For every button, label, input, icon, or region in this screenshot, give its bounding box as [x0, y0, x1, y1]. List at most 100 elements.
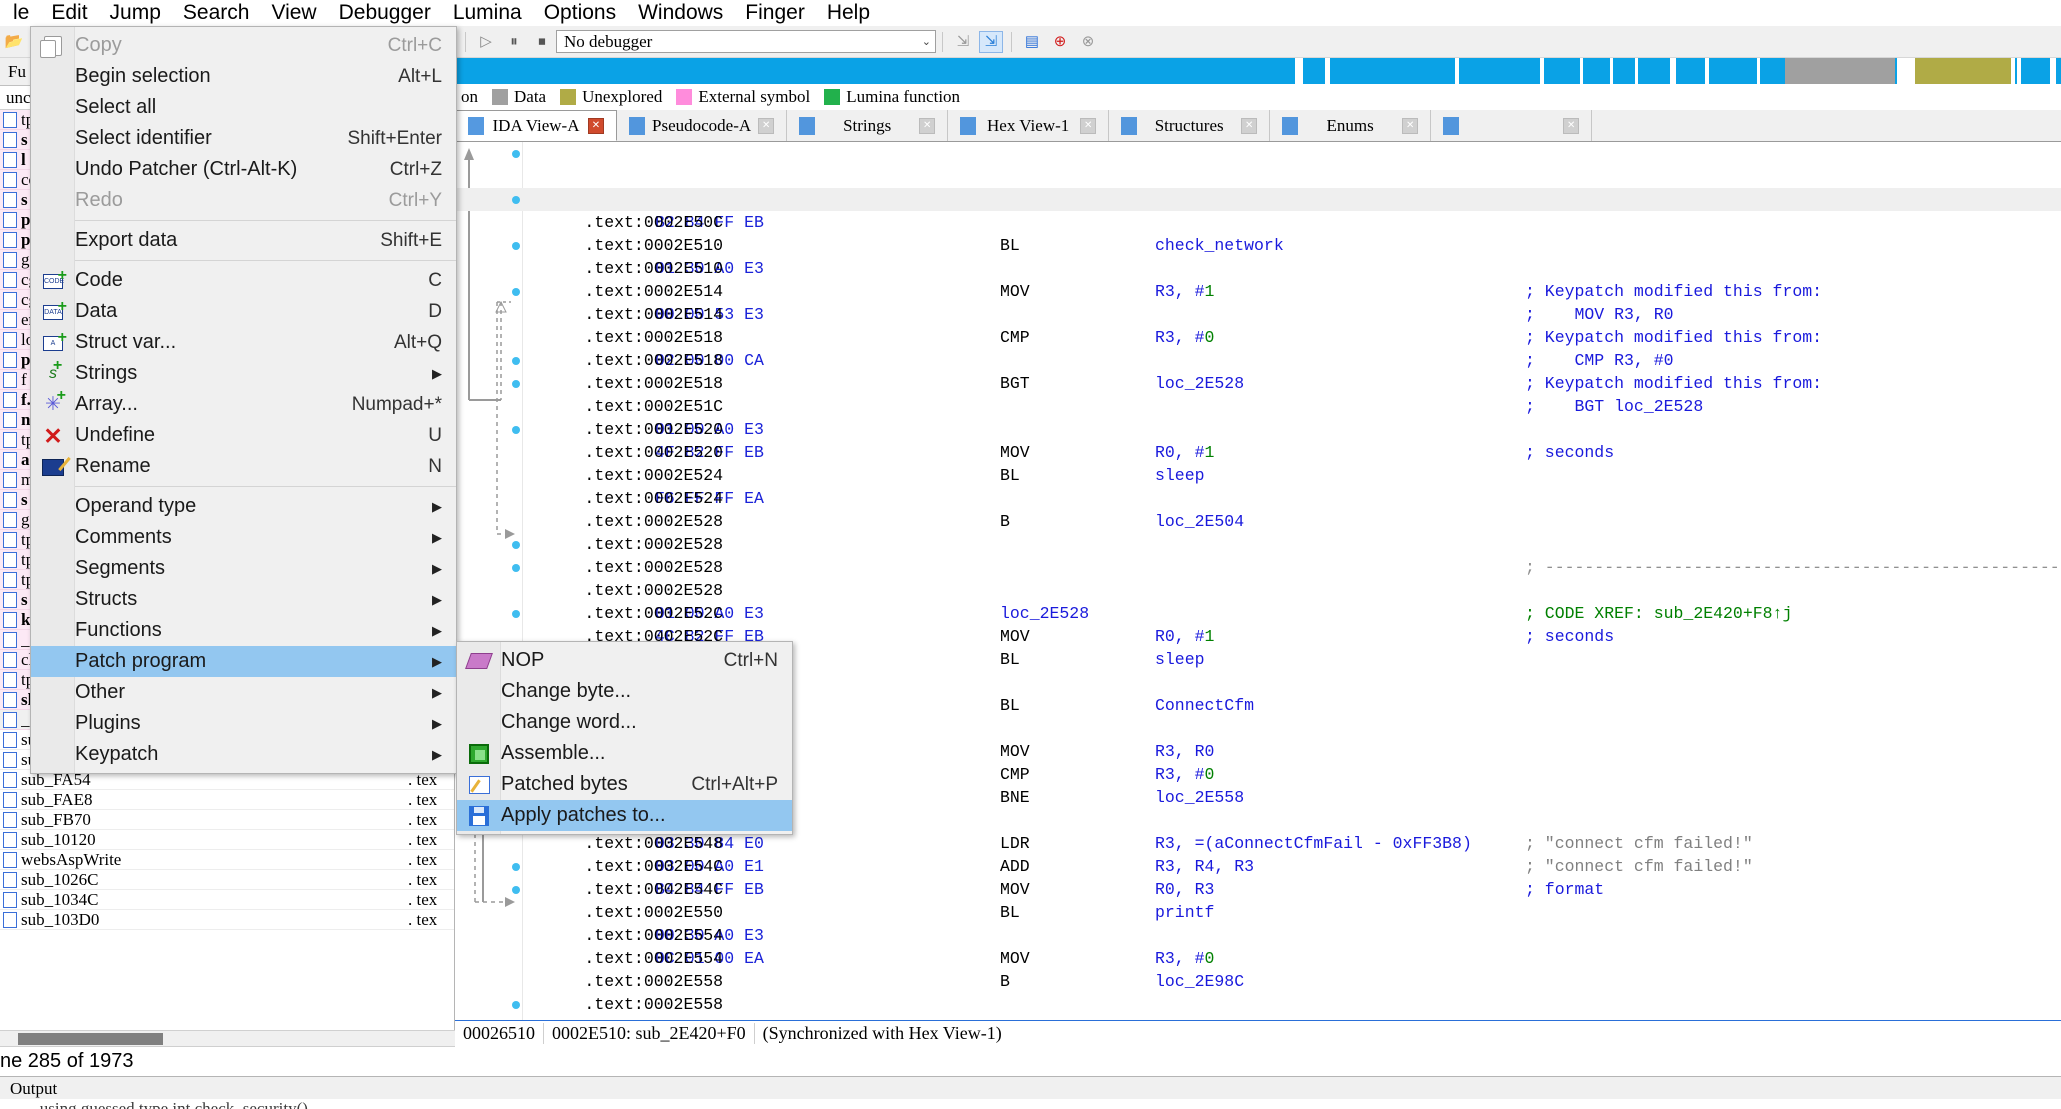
menu-item-export-data[interactable]: Export data Shift+E [31, 225, 456, 256]
menu-item-change-byte[interactable]: Change byte... [457, 676, 792, 707]
disassembly-row[interactable]: .text:0002E528 ; -----------------------… [455, 464, 2061, 487]
disassembly-row[interactable]: .text:0002E550 00 30 A0 E3 MOVR3, #0 [455, 855, 2061, 878]
tab-strings[interactable]: Strings ✕ [787, 110, 948, 141]
disassembly-row[interactable]: .text:0002E554 0C 01 00 EA Bloc_2E98C [455, 878, 2061, 901]
menu-item-view[interactable]: View [260, 0, 327, 26]
disassembly-row[interactable]: .text:0002E51C 01 00 A0 E3 MOVR0, #1; se… [455, 349, 2061, 372]
function-row[interactable]: websAspWrite . tex [0, 850, 454, 870]
disassembly-row[interactable]: .text:0002E554 [455, 901, 2061, 924]
tab-pseudocode-a[interactable]: Pseudocode-A ✕ [617, 110, 787, 141]
breakpoint-dot-icon[interactable] [512, 150, 520, 158]
function-row[interactable]: sub_FAE8 . tex [0, 790, 454, 810]
breakpoint-dot-icon[interactable] [512, 426, 520, 434]
tab-close-icon[interactable]: ✕ [919, 118, 935, 134]
menu-item-functions[interactable]: Functions ▶ [31, 615, 456, 646]
disassembly-row[interactable]: .text:0002E520 4F 82 FF EB BLsleep [455, 372, 2061, 395]
breakpoint-dot-icon[interactable] [512, 610, 520, 618]
disassembly-row[interactable]: .text:0002E558 loc_2E558; CODE XREF: sub… [455, 970, 2061, 993]
menu-item-operand-type[interactable]: Operand type ▶ [31, 491, 456, 522]
menu-item-lumina[interactable]: Lumina [442, 0, 533, 26]
pause-icon[interactable]: ⏸ [502, 31, 526, 53]
navigation-band[interactable] [455, 58, 2061, 84]
disassembly-row[interactable]: .text:0002E510 01 30 A0 E3 MOVR3, #1; Ke… [455, 188, 2061, 211]
menu-item-segments[interactable]: Segments ▶ [31, 553, 456, 584]
disassembly-row[interactable]: .text:0002E50C B2 84 FF EB BLcheck_netwo… [455, 142, 2061, 165]
function-row[interactable]: sub_1026C . tex [0, 870, 454, 890]
menu-item-undo-patcher[interactable]: Undo Patcher (Ctrl-Alt-K) Ctrl+Z [31, 154, 456, 185]
menu-item-patch-program[interactable]: Patch program ▶ [31, 646, 456, 677]
disassembly-row[interactable]: .text:0002E52C 4C 82 FF EB BLsleep [455, 556, 2061, 579]
stop-icon[interactable]: ⏹ [530, 31, 554, 53]
breakpoint-dot-icon[interactable] [512, 242, 520, 250]
tab-hex-view-1[interactable]: Hex View-1 ✕ [948, 110, 1109, 141]
breakpoint-dot-icon[interactable] [512, 541, 520, 549]
menu-item-begin-selection[interactable]: Begin selection Alt+L [31, 61, 456, 92]
disassembly-row[interactable]: .text:0002E524 [455, 441, 2061, 464]
menu-item-help[interactable]: Help [816, 0, 881, 26]
menu-item-select-identifier[interactable]: Select identifier Shift+Enter [31, 123, 456, 154]
patch-program-submenu[interactable]: NOP Ctrl+N Change byte... Change word...… [456, 641, 793, 835]
functions-hscrollbar[interactable] [0, 1030, 455, 1046]
menu-item-rename[interactable]: Rename N [31, 451, 456, 482]
menu-item-strings[interactable]: s+ Strings ▶ [31, 358, 456, 389]
menu-item-structs[interactable]: Structs ▶ [31, 584, 456, 615]
breakpoint-dot-icon[interactable] [512, 196, 520, 204]
debugger-select[interactable]: No debugger ⌄ [556, 30, 936, 53]
menu-item-debugger[interactable]: Debugger [328, 0, 442, 26]
breakpoint-dot-icon[interactable] [512, 886, 520, 894]
disassembly-row[interactable]: .text:0002E510 ; MOV R3, R0 [455, 211, 2061, 234]
run-icon[interactable]: ▷ [474, 31, 498, 53]
disassembly-row[interactable]: .text:0002E52C [455, 579, 2061, 602]
disassembly-row[interactable]: .text:0002E558 00 00 A0 E3 MOVR0, #0 [455, 993, 2061, 1016]
disassembly-row[interactable]: .text:0002E50C [455, 165, 2061, 188]
function-row[interactable]: sub_1034C . tex [0, 890, 454, 910]
menu-item-struct-var[interactable]: A+ Struct var... Alt+Q [31, 327, 456, 358]
step-into-icon[interactable]: ⇲ [951, 31, 975, 53]
menu-item-keypatch[interactable]: Keypatch ▶ [31, 739, 456, 770]
breakpoint-add-icon[interactable]: ⊕ [1048, 31, 1072, 53]
disassembly-row[interactable]: .text:0002E528 01 00 A0 E3 MOVR0, #1; se… [455, 533, 2061, 556]
menu-item-redo[interactable]: Redo Ctrl+Y [31, 185, 456, 216]
function-row[interactable]: sub_103D0 . tex [0, 910, 454, 930]
tab-close-icon[interactable]: ✕ [1402, 118, 1418, 134]
tab-structures[interactable]: Structures ✕ [1109, 110, 1270, 141]
menu-item-jump[interactable]: Jump [99, 0, 172, 26]
breakpoint-dot-icon[interactable] [512, 564, 520, 572]
tab-close-icon[interactable]: ✕ [588, 118, 604, 134]
disassembly-row[interactable]: .text:0002E520 [455, 395, 2061, 418]
open-file-icon[interactable]: 📂 [2, 31, 26, 53]
disassembly-row[interactable]: .text:0002E530 37 84 FF EB BLConnectCfm [455, 602, 2061, 625]
menu-item-finger[interactable]: Finger [734, 0, 816, 26]
disassembly-row[interactable]: .text:0002E518 ; BGT loc_2E528 [455, 303, 2061, 326]
disassembly-row[interactable]: .text:0002E528 [455, 487, 2061, 510]
breakpoint-del-icon[interactable]: ⊗ [1076, 31, 1100, 53]
breakpoint-dot-icon[interactable] [512, 1001, 520, 1009]
function-row[interactable]: sub_10120 . tex [0, 830, 454, 850]
tab-more[interactable]: ✕ [1431, 110, 1592, 141]
breakpoint-dot-icon[interactable] [512, 288, 520, 296]
menu-item-edit[interactable]: Edit [40, 0, 98, 26]
disassembly-row[interactable]: .text:0002E528 loc_2E528; CODE XREF: sub… [455, 510, 2061, 533]
menu-item-change-word[interactable]: Change word... [457, 707, 792, 738]
menu-item-search[interactable]: Search [172, 0, 261, 26]
menu-item-other[interactable]: Other ▶ [31, 677, 456, 708]
disassembly-row[interactable]: .text:0002E514 00 00 53 E3 CMPR3, #0; Ke… [455, 234, 2061, 257]
menu-item-code[interactable]: CODE+ Code C [31, 265, 456, 296]
menu-item-options[interactable]: Options [533, 0, 627, 26]
disassembly-row[interactable]: .text:0002E558 ; -----------------------… [455, 924, 2061, 947]
menu-item-le[interactable]: le [2, 0, 40, 26]
menu-item-comments[interactable]: Comments ▶ [31, 522, 456, 553]
breakpoint-dot-icon[interactable] [512, 357, 520, 365]
menu-item-select-all[interactable]: Select all [31, 92, 456, 123]
disassembly-row[interactable]: .text:0002E514 ; CMP R3, #0 [455, 257, 2061, 280]
menu-item-assemble[interactable]: Assemble... [457, 738, 792, 769]
disassembly-row[interactable]: .text:0002E524 F6 FF FF EA Bloc_2E504 [455, 418, 2061, 441]
menu-item-data[interactable]: DATA+ Data D [31, 296, 456, 327]
breakpoint-list-icon[interactable]: ▤ [1020, 31, 1044, 53]
menu-item-patched-bytes[interactable]: Patched bytes Ctrl+Alt+P [457, 769, 792, 800]
disassembly-row[interactable]: .text:0002E518 [455, 326, 2061, 349]
function-row[interactable]: sub_FB70 . tex [0, 810, 454, 830]
menu-item-windows[interactable]: Windows [627, 0, 734, 26]
ida-view-a-disassembly[interactable]: .text:0002E50C B2 84 FF EB BLcheck_netwo… [455, 142, 2061, 1046]
breakpoint-dot-icon[interactable] [512, 380, 520, 388]
